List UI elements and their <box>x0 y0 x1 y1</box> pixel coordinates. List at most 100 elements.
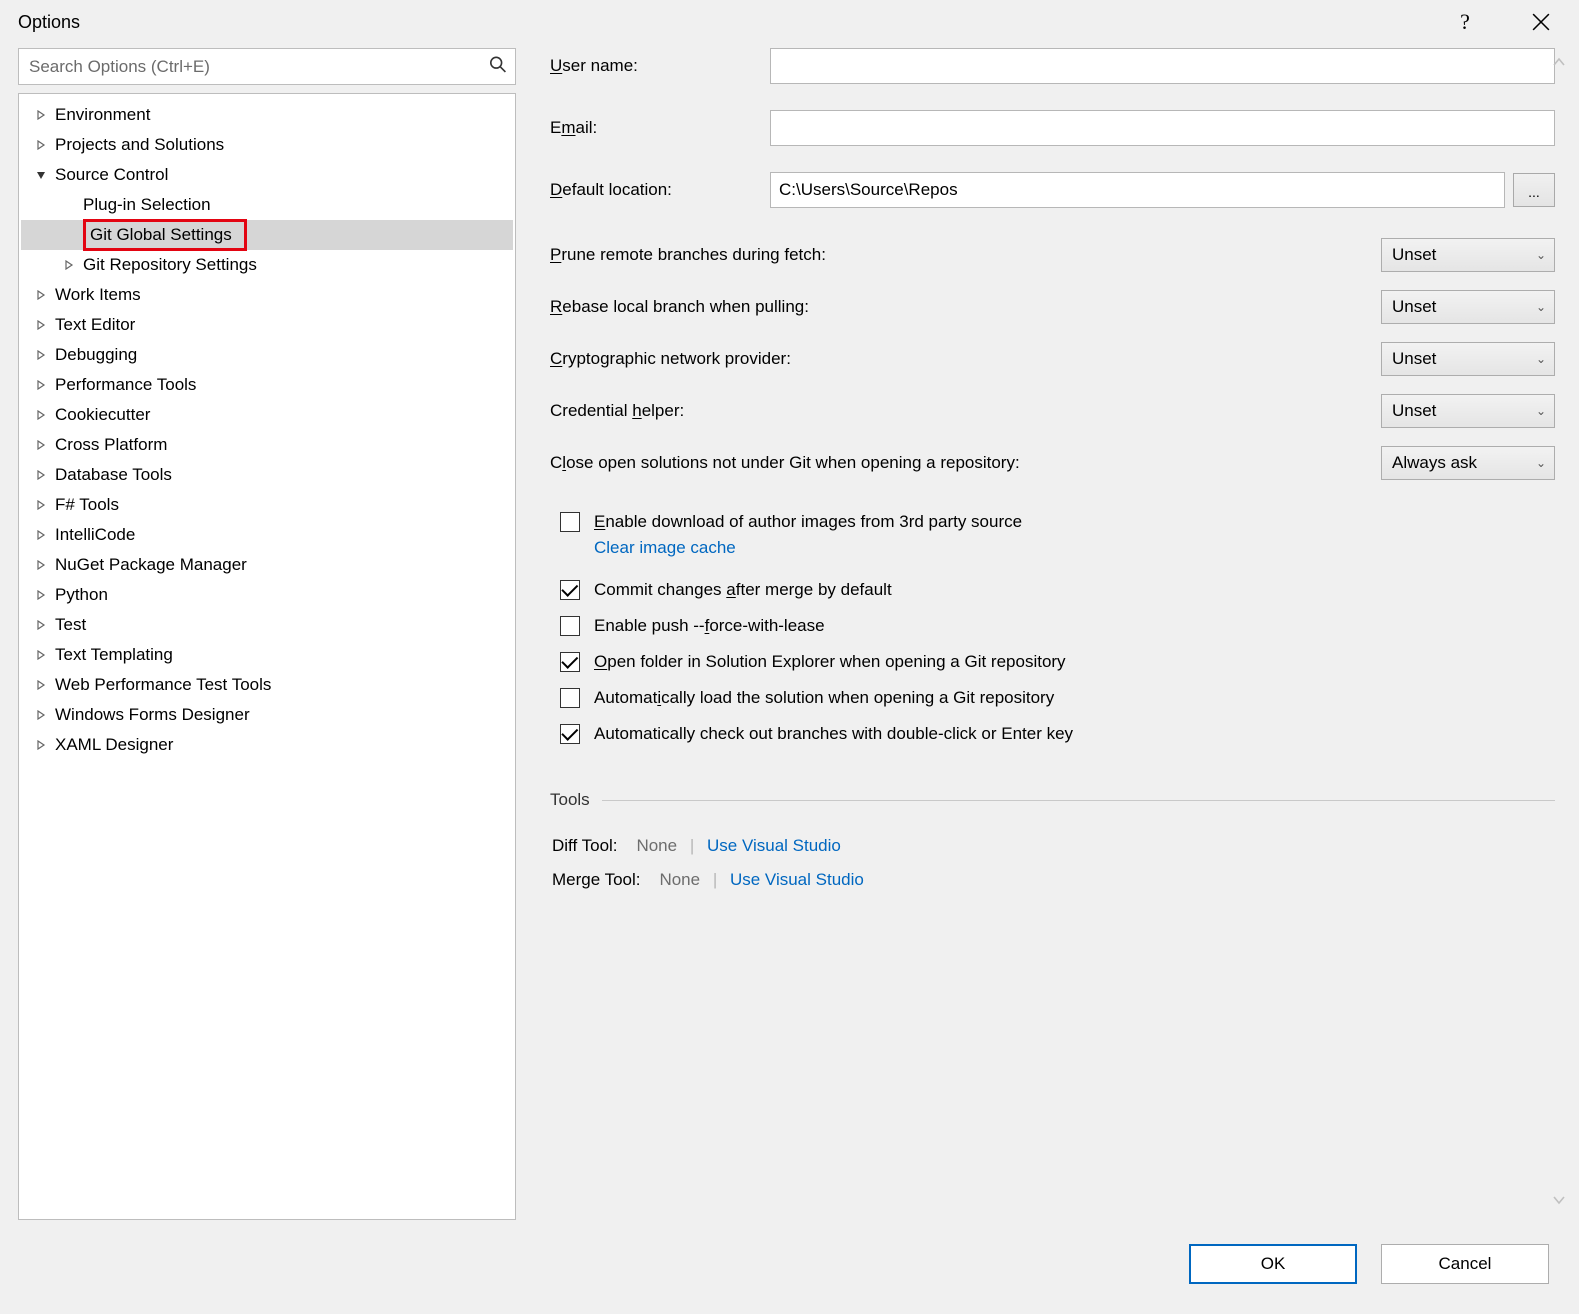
chevron-down-icon: ⌄ <box>1536 352 1546 366</box>
cred-label: Credential helper: <box>550 401 1381 421</box>
chevron-right-icon[interactable] <box>33 347 49 363</box>
diff-tool-value: None <box>636 836 677 855</box>
tree-item[interactable]: Text Templating <box>21 640 513 670</box>
help-button[interactable]: ? <box>1445 6 1485 38</box>
dialog-title: Options <box>18 12 80 33</box>
chevron-right-icon[interactable] <box>33 707 49 723</box>
tree-item-label: Test <box>55 615 86 635</box>
username-input[interactable] <box>770 48 1555 84</box>
email-input[interactable] <box>770 110 1555 146</box>
chevron-right-icon[interactable] <box>33 557 49 573</box>
tree-item[interactable]: NuGet Package Manager <box>21 550 513 580</box>
browse-button[interactable]: ... <box>1513 173 1555 207</box>
chevron-down-icon: ⌄ <box>1536 456 1546 470</box>
tree-item[interactable]: Cross Platform <box>21 430 513 460</box>
chevron-down-icon[interactable] <box>33 167 49 183</box>
chevron-right-icon[interactable] <box>33 107 49 123</box>
tree-item-label: Plug-in Selection <box>83 195 211 215</box>
tree-item[interactable]: XAML Designer <box>21 730 513 760</box>
close-icon <box>1532 13 1550 31</box>
tree-item[interactable]: Git Global Settings <box>21 220 513 250</box>
tree-item[interactable]: Database Tools <box>21 460 513 490</box>
chevron-right-icon[interactable] <box>33 527 49 543</box>
tree-item-label: Environment <box>55 105 150 125</box>
chevron-right-icon[interactable] <box>33 467 49 483</box>
chevron-right-icon[interactable] <box>33 137 49 153</box>
force-lease-checkbox[interactable] <box>560 616 580 636</box>
tree-item[interactable]: Environment <box>21 100 513 130</box>
enable-download-checkbox[interactable] <box>560 512 580 532</box>
default-location-input[interactable] <box>770 172 1505 208</box>
tree-item[interactable]: Source Control <box>21 160 513 190</box>
prune-dropdown[interactable]: Unset⌄ <box>1381 238 1555 272</box>
chevron-right-icon[interactable] <box>33 437 49 453</box>
chevron-right-icon[interactable] <box>33 647 49 663</box>
tree-item-label: Source Control <box>55 165 168 185</box>
tree-item[interactable]: Git Repository Settings <box>21 250 513 280</box>
chevron-right-icon[interactable] <box>33 737 49 753</box>
tree-item[interactable]: IntelliCode <box>21 520 513 550</box>
tree-item-label: Windows Forms Designer <box>55 705 250 725</box>
search-box[interactable] <box>18 48 516 85</box>
merge-tool-value: None <box>659 870 700 889</box>
tree-item[interactable]: Python <box>21 580 513 610</box>
options-tree[interactable]: Environment Projects and Solutions Source … <box>18 93 516 1220</box>
help-icon: ? <box>1460 9 1470 35</box>
close-solutions-dropdown[interactable]: Always ask⌄ <box>1381 446 1555 480</box>
cred-dropdown[interactable]: Unset⌄ <box>1381 394 1555 428</box>
chevron-right-icon[interactable] <box>61 257 77 273</box>
rebase-dropdown[interactable]: Unset⌄ <box>1381 290 1555 324</box>
chevron-right-icon[interactable] <box>33 287 49 303</box>
tree-item-label: Web Performance Test Tools <box>55 675 271 695</box>
tree-item-label: NuGet Package Manager <box>55 555 247 575</box>
merge-use-vs-link[interactable]: Use Visual Studio <box>730 870 864 889</box>
chevron-down-icon: ⌄ <box>1536 300 1546 314</box>
close-button[interactable] <box>1521 6 1561 38</box>
chevron-right-icon[interactable] <box>33 617 49 633</box>
tree-item-label: F# Tools <box>55 495 119 515</box>
chevron-right-icon[interactable] <box>33 677 49 693</box>
chevron-right-icon[interactable] <box>33 317 49 333</box>
tree-item[interactable]: Plug-in Selection <box>21 190 513 220</box>
tree-item-label: Debugging <box>55 345 137 365</box>
tree-item[interactable]: F# Tools <box>21 490 513 520</box>
tree-item[interactable]: Windows Forms Designer <box>21 700 513 730</box>
search-icon <box>489 55 507 78</box>
clear-image-cache-link[interactable]: Clear image cache <box>594 538 736 557</box>
tree-item-label: IntelliCode <box>55 525 135 545</box>
auto-checkout-checkbox[interactable] <box>560 724 580 744</box>
open-folder-checkbox[interactable] <box>560 652 580 672</box>
tree-item[interactable]: Text Editor <box>21 310 513 340</box>
tree-item[interactable]: Work Items <box>21 280 513 310</box>
tree-item-label: Performance Tools <box>55 375 196 395</box>
chevron-right-icon[interactable] <box>33 407 49 423</box>
chevron-down-icon: ⌄ <box>1536 404 1546 418</box>
diff-use-vs-link[interactable]: Use Visual Studio <box>707 836 841 855</box>
tree-item[interactable]: Performance Tools <box>21 370 513 400</box>
scroll-down-icon[interactable] <box>1553 1190 1565 1210</box>
force-lease-label: Enable push --force-with-lease <box>594 616 825 636</box>
default-location-label: Default location: <box>550 180 770 200</box>
tree-item[interactable]: Web Performance Test Tools <box>21 670 513 700</box>
tree-item-label: Cross Platform <box>55 435 167 455</box>
chevron-right-icon[interactable] <box>33 497 49 513</box>
auto-load-checkbox[interactable] <box>560 688 580 708</box>
tree-item[interactable]: Cookiecutter <box>21 400 513 430</box>
search-input[interactable] <box>19 49 515 84</box>
tree-item-label: Python <box>55 585 108 605</box>
chevron-right-icon[interactable] <box>33 377 49 393</box>
tree-item[interactable]: Test <box>21 610 513 640</box>
tree-item-label: Git Repository Settings <box>83 255 257 275</box>
tree-item[interactable]: Projects and Solutions <box>21 130 513 160</box>
scroll-up-icon[interactable] <box>1553 52 1565 72</box>
commit-after-merge-checkbox[interactable] <box>560 580 580 600</box>
close-solutions-label: Close open solutions not under Git when … <box>550 453 1381 473</box>
tree-item-label: XAML Designer <box>55 735 173 755</box>
cancel-button[interactable]: Cancel <box>1381 1244 1549 1284</box>
ok-button[interactable]: OK <box>1189 1244 1357 1284</box>
dialog-footer: OK Cancel <box>0 1220 1579 1314</box>
chevron-right-icon[interactable] <box>33 587 49 603</box>
tools-heading: Tools <box>550 790 1555 810</box>
crypto-dropdown[interactable]: Unset⌄ <box>1381 342 1555 376</box>
tree-item[interactable]: Debugging <box>21 340 513 370</box>
